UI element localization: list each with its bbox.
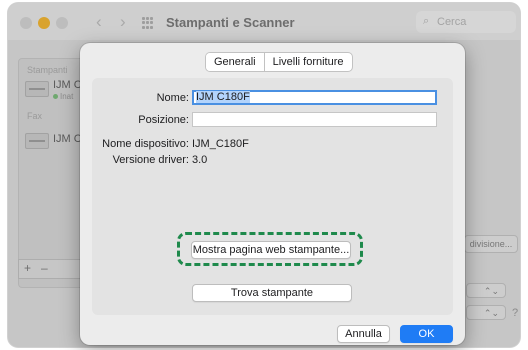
title-bar: ‹ › Stampanti e Scanner ⌕ Cerca [8, 3, 520, 40]
fax-printer-icon [25, 133, 49, 149]
sharing-button[interactable]: divisione... [464, 235, 518, 253]
driver-version-value: 3.0 [192, 154, 208, 166]
cancel-button[interactable]: Annulla [337, 325, 390, 343]
driver-version-label: Versione driver: [112, 154, 189, 166]
show-all-grid-icon[interactable] [142, 17, 154, 29]
close-window-button[interactable] [20, 17, 32, 29]
sidebar-item-printer-name[interactable]: IJM C [53, 79, 82, 91]
printer-icon [25, 81, 49, 97]
search-placeholder: Cerca [437, 16, 467, 28]
zoom-window-button[interactable] [56, 17, 68, 29]
default-printer-popup[interactable]: ⌃⌄ [466, 283, 506, 298]
magnifier-icon: ⌕ [423, 15, 430, 27]
tab-supply-levels[interactable]: Livelli forniture [263, 53, 352, 71]
show-printer-web-page-button[interactable]: Mostra pagina web stampante... [191, 241, 351, 259]
printer-status: Inat [53, 92, 73, 101]
printer-options-sheet: Generali Livelli forniture Nome: IJM C18… [80, 43, 465, 345]
back-icon[interactable]: ‹ [96, 12, 102, 32]
status-dot-icon [53, 94, 58, 99]
options-tabs: Generali Livelli forniture [205, 52, 353, 72]
default-paper-popup[interactable]: ⌃⌄ [466, 305, 506, 320]
location-label: Posizione: [138, 114, 189, 126]
sidebar-item-fax-name[interactable]: IJM C [53, 133, 82, 145]
window-title: Stampanti e Scanner [166, 15, 295, 30]
add-printer-button[interactable]: + [24, 261, 31, 275]
device-name-label: Nome dispositivo: [102, 138, 189, 150]
search-input[interactable]: ⌕ Cerca [416, 11, 516, 33]
find-printer-button[interactable]: Trova stampante [192, 284, 352, 302]
general-panel: Nome: IJM C180F Posizione: Nome disposit… [92, 78, 453, 315]
location-field[interactable] [192, 112, 437, 127]
device-name-value: IJM_C180F [192, 138, 249, 150]
name-label: Nome: [156, 92, 189, 104]
remove-printer-button[interactable]: – [41, 261, 48, 275]
tab-general[interactable]: Generali [206, 53, 264, 71]
fax-header: Fax [27, 111, 43, 121]
printers-header: Stampanti [27, 65, 68, 75]
ok-button[interactable]: OK [400, 325, 453, 343]
help-button[interactable]: ? [512, 307, 518, 319]
name-field[interactable]: IJM C180F [192, 90, 437, 105]
forward-icon[interactable]: › [120, 12, 126, 32]
minimize-window-button[interactable] [38, 17, 50, 29]
